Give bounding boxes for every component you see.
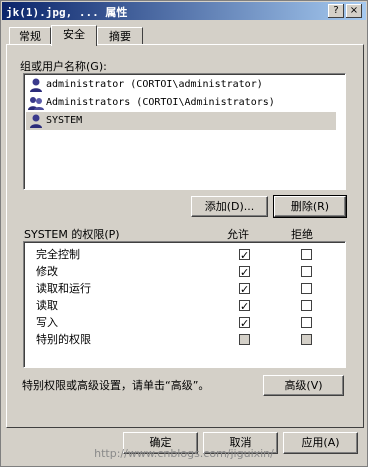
user-icon bbox=[30, 78, 42, 92]
watermark: http://www.cnblogs.com/jiguixin/ bbox=[94, 447, 274, 460]
group-icon bbox=[28, 97, 44, 110]
tab-security-label: 安全 bbox=[63, 28, 85, 41]
allow-checkbox[interactable]: ✓ bbox=[239, 249, 250, 262]
perm-row-full-control: 完全控制 ✓ bbox=[36, 246, 336, 263]
perm-name: 完全控制 bbox=[36, 248, 80, 261]
allow-checkbox bbox=[239, 334, 250, 345]
perm-name: 修改 bbox=[36, 265, 58, 278]
perm-row-read: 读取 ✓ bbox=[36, 297, 336, 314]
allow-checkbox[interactable]: ✓ bbox=[239, 266, 250, 279]
close-icon: × bbox=[349, 5, 359, 16]
permissions-list: 完全控制 ✓ 修改 ✓ 读取和运行 ✓ 读取 ✓ 写入 ✓ 特别的权限 bbox=[23, 241, 346, 368]
deny-checkbox[interactable] bbox=[301, 249, 312, 260]
users-label: 组或用户名称(G): bbox=[20, 60, 107, 73]
tab-general-label: 常规 bbox=[19, 30, 41, 43]
properties-dialog: jk(1).jpg, ... 属性 ? × 常规 安全 摘要 组或用户名称(G)… bbox=[0, 0, 368, 467]
advanced-note: 特别权限或高级设置，请单击“高级”。 bbox=[22, 379, 210, 392]
user-row-administrator[interactable]: administrator (CORTOI\administrator) bbox=[26, 76, 336, 94]
perm-name: 读取 bbox=[36, 299, 58, 312]
user-icon bbox=[30, 114, 42, 128]
help-icon: ? bbox=[333, 5, 339, 16]
tab-security[interactable]: 安全 bbox=[51, 25, 97, 46]
check-icon: ✓ bbox=[240, 300, 250, 313]
perm-name: 读取和运行 bbox=[36, 282, 91, 295]
perm-row-modify: 修改 ✓ bbox=[36, 263, 336, 280]
user-row-system[interactable]: SYSTEM bbox=[26, 112, 336, 130]
perm-row-read-execute: 读取和运行 ✓ bbox=[36, 280, 336, 297]
allow-checkbox[interactable]: ✓ bbox=[239, 317, 250, 330]
tab-summary[interactable]: 摘要 bbox=[97, 27, 143, 45]
user-row-administrators[interactable]: Administrators (CORTOI\Administrators) bbox=[26, 94, 336, 112]
remove-button[interactable]: 删除(R) bbox=[273, 195, 347, 218]
check-icon: ✓ bbox=[240, 249, 250, 262]
perm-header-deny: 拒绝 bbox=[291, 228, 313, 241]
help-button[interactable]: ? bbox=[328, 4, 344, 18]
add-button[interactable]: 添加(D)... bbox=[191, 196, 268, 217]
deny-checkbox[interactable] bbox=[301, 283, 312, 294]
window-title: jk(1).jpg, ... 属性 bbox=[6, 6, 128, 19]
user-name: administrator (CORTOI\administrator) bbox=[46, 79, 263, 90]
perm-name: 特别的权限 bbox=[36, 333, 91, 346]
tab-general[interactable]: 常规 bbox=[9, 27, 51, 45]
deny-checkbox[interactable] bbox=[301, 266, 312, 277]
deny-checkbox bbox=[301, 334, 312, 345]
advanced-button[interactable]: 高级(V) bbox=[263, 375, 344, 396]
deny-checkbox[interactable] bbox=[301, 317, 312, 328]
allow-checkbox[interactable]: ✓ bbox=[239, 300, 250, 313]
check-icon: ✓ bbox=[240, 317, 250, 330]
check-icon: ✓ bbox=[240, 283, 250, 296]
allow-checkbox[interactable]: ✓ bbox=[239, 283, 250, 296]
users-list[interactable]: administrator (CORTOI\administrator) Adm… bbox=[23, 73, 346, 190]
perm-name: 写入 bbox=[36, 316, 58, 329]
close-button[interactable]: × bbox=[346, 4, 362, 18]
security-panel: 组或用户名称(G): administrator (CORTOI\adminis… bbox=[6, 44, 364, 428]
user-name: Administrators (CORTOI\Administrators) bbox=[46, 97, 275, 108]
title-bar[interactable]: jk(1).jpg, ... 属性 ? × bbox=[2, 2, 366, 20]
perm-header-label: SYSTEM 的权限(P) bbox=[24, 228, 120, 241]
perm-header-allow: 允许 bbox=[227, 228, 249, 241]
perm-row-write: 写入 ✓ bbox=[36, 314, 336, 331]
deny-checkbox[interactable] bbox=[301, 300, 312, 311]
tab-summary-label: 摘要 bbox=[109, 30, 131, 43]
check-icon: ✓ bbox=[240, 266, 250, 279]
user-name: SYSTEM bbox=[46, 115, 83, 126]
perm-row-special: 特别的权限 bbox=[36, 331, 336, 348]
